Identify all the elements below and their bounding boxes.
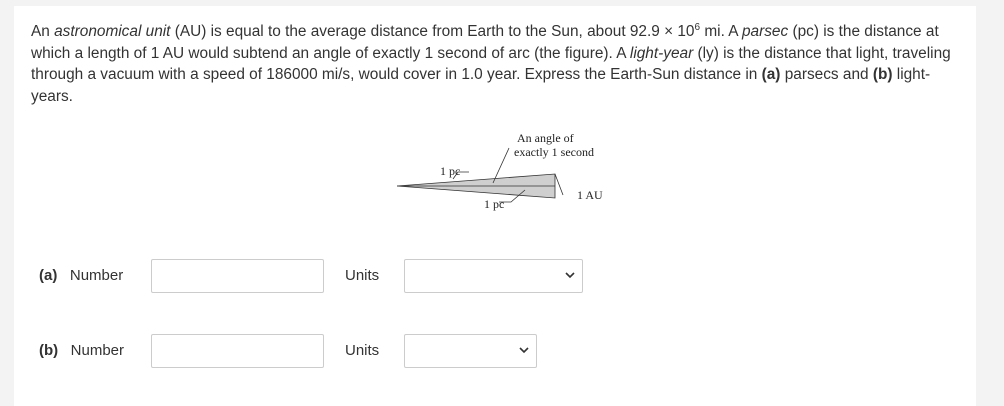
pc-top-label: 1 pc: [440, 164, 461, 178]
au-label: 1 AU: [577, 188, 603, 202]
parsec-diagram: [396, 147, 564, 203]
units-label-b: Units: [345, 342, 380, 359]
part-label: (b): [39, 342, 59, 359]
units-label-a: Units: [345, 267, 380, 284]
number-field-b[interactable]: [151, 334, 324, 368]
number-label: Number: [70, 342, 125, 359]
chevron-down-icon: [565, 272, 575, 279]
question-card: An astronomical unit (AU) is equal to th…: [14, 6, 976, 406]
parsec-figure: An angle of exactly 1 second 1 pc 1 pc 1…: [396, 125, 617, 225]
angle-label-line2: exactly 1 second: [514, 145, 594, 159]
row-b-label: (b) Number: [39, 342, 124, 359]
angle-label-line1: An angle of: [517, 131, 574, 145]
pc-bottom-label: 1 pc: [484, 197, 505, 211]
number-field-a[interactable]: [151, 259, 324, 293]
units-select-a[interactable]: [404, 259, 583, 293]
chevron-down-icon: [519, 347, 529, 354]
number-input-a[interactable]: [152, 260, 323, 292]
number-label: Number: [69, 267, 124, 284]
part-label: (a): [39, 267, 58, 284]
problem-text: An astronomical unit (AU) is equal to th…: [31, 22, 951, 105]
units-select-b[interactable]: [404, 334, 537, 368]
row-a-label: (a) Number: [39, 267, 123, 284]
au-leader: [554, 173, 564, 196]
number-input-b[interactable]: [152, 335, 323, 367]
